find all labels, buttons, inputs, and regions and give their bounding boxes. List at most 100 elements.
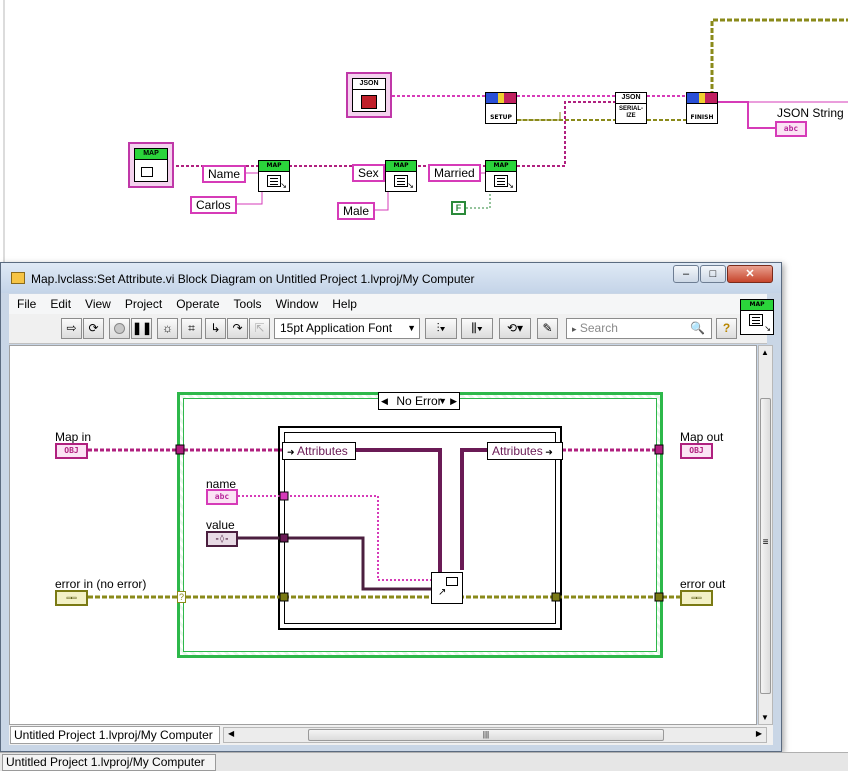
labview-app-icon [11, 272, 25, 284]
toolbar: ⇨ ⟳ ❚❚ ☼ ⌗ ↳ ↷ ⇱ 15pt Application Font ▼… [9, 314, 767, 344]
minimize-button[interactable]: – [673, 265, 699, 283]
arrow-right-icon: ➜ [542, 447, 553, 457]
run-icon[interactable]: ⇨ [61, 318, 82, 339]
arrow-icon: ↘ [764, 324, 771, 333]
bottom-strip: Untitled Project 1.lvproj/My Computer [0, 752, 848, 771]
serialize-subvi[interactable]: JSON SERIAL- IZE [615, 92, 647, 124]
setup-subvi[interactable]: SETUP [485, 92, 517, 124]
map-out-label: Map out [680, 430, 724, 444]
retain-wire-values-icon[interactable]: ⌗ [181, 318, 202, 339]
finish-subvi[interactable]: FINISH [686, 92, 718, 124]
search-input[interactable]: ▸ Search 🔍 [566, 318, 712, 339]
run-continuously-icon[interactable]: ⟳ [83, 318, 104, 339]
menu-view[interactable]: View [77, 294, 117, 311]
step-out-icon[interactable]: ⇱ [249, 318, 270, 339]
cube-icon [361, 95, 377, 109]
carlos-constant[interactable]: Carlos [190, 196, 237, 214]
menu-tools[interactable]: Tools [226, 294, 268, 311]
project-path[interactable]: Untitled Project 1.lvproj/My Computer [10, 726, 220, 744]
json-string-indicator[interactable]: abc [775, 121, 807, 137]
error-cluster-icon: ▭▭ [691, 593, 702, 602]
attributes-bundle-node[interactable]: Attributes ➜ [487, 442, 563, 460]
menu-bar: File Edit View Project Operate Tools Window Hel… [9, 294, 767, 314]
title-bar[interactable]: Map.lvclass:Set Attribute.vi Block Diagr… [1, 263, 781, 293]
set-attribute-subvi-1[interactable]: MAP ↘ [258, 160, 290, 192]
pause-icon[interactable]: ❚❚ [131, 318, 152, 339]
align-objects-icon[interactable]: ⫶▾ [425, 318, 457, 339]
json-class-constant[interactable]: JSON [346, 72, 392, 118]
step-into-icon[interactable]: ↳ [205, 318, 226, 339]
clean-up-diagram-icon[interactable]: ✎ [537, 318, 558, 339]
map-constant-label: MAP [135, 149, 167, 160]
value-control[interactable]: -◊- [206, 531, 238, 547]
reorder-icon[interactable]: ⟲▾ [499, 318, 531, 339]
project-tab[interactable]: Untitled Project 1.lvproj/My Computer [2, 754, 216, 771]
arrow-icon: ↘ [407, 181, 414, 190]
arrow-icon: ↘ [280, 181, 287, 190]
document-icon [394, 175, 408, 187]
menu-file[interactable]: File [9, 294, 42, 311]
sex-constant[interactable]: Sex [352, 164, 385, 182]
menu-edit[interactable]: Edit [42, 294, 77, 311]
json-header: JSON [616, 93, 646, 104]
case-selector-terminal[interactable]: ? [177, 591, 186, 603]
font-select[interactable]: 15pt Application Font ▼ [274, 318, 420, 339]
setup-label: SETUP [490, 114, 512, 121]
abort-icon[interactable] [109, 318, 130, 339]
search-icon[interactable]: 🔍 [690, 319, 705, 338]
distribute-objects-icon[interactable]: ⫼▾ [461, 318, 493, 339]
error-cluster-icon: ▭▭ [66, 593, 77, 602]
context-help-button[interactable]: ? [716, 318, 737, 339]
highlight-execution-icon[interactable]: ☼ [157, 318, 178, 339]
vertical-scroll-thumb[interactable]: ≡ [760, 398, 771, 694]
font-select-value: 15pt Application Font [280, 321, 393, 335]
document-icon [267, 175, 281, 187]
step-over-icon[interactable]: ↷ [227, 318, 248, 339]
vertical-scrollbar[interactable]: ▲ ≡ ▼ [758, 345, 773, 725]
json-string-label: JSON String [777, 106, 844, 120]
variant-icon: -◊- [214, 534, 230, 543]
scroll-up-icon[interactable]: ▲ [761, 348, 769, 357]
document-icon [494, 175, 508, 187]
window-title: Map.lvclass:Set Attribute.vi Block Diagr… [31, 272, 475, 286]
scroll-right-icon[interactable]: ▶ [756, 729, 762, 738]
maximize-button[interactable]: □ [700, 265, 726, 283]
map-insert-node[interactable]: ↗ [431, 572, 463, 604]
menu-window[interactable]: Window [268, 294, 325, 311]
attributes-in-label: Attributes [297, 444, 348, 458]
menu-project[interactable]: Project [117, 294, 168, 311]
close-button[interactable]: ✕ [727, 265, 773, 283]
error-in-control[interactable]: ▭▭ [55, 590, 88, 606]
finish-banner-icon [687, 93, 717, 104]
status-bar: Untitled Project 1.lvproj/My Computer ◀ … [9, 725, 773, 745]
name-constant[interactable]: Name [202, 165, 247, 183]
false-constant[interactable]: F [451, 201, 466, 215]
male-constant[interactable]: Male [337, 202, 376, 220]
scroll-left-icon[interactable]: ◀ [228, 729, 234, 738]
map-class-constant[interactable]: MAP [128, 142, 174, 188]
document-icon [749, 314, 763, 326]
horizontal-scrollbar[interactable]: ◀ ||| ▶ [223, 727, 767, 743]
attributes-unbundle-node[interactable]: ➜ Attributes [282, 442, 356, 460]
setup-banner-icon [486, 93, 516, 104]
block-diagram-canvas[interactable]: ◀ No Error ▼ ▶ ? ➜ Attributes Attributes… [9, 345, 757, 725]
married-constant[interactable]: Married [428, 164, 481, 182]
arrow-icon: ↘ [507, 181, 514, 190]
map-out-indicator[interactable]: OBJ [680, 443, 713, 459]
json-constant-label: JSON [353, 79, 385, 90]
error-out-indicator[interactable]: ▭▭ [680, 590, 713, 606]
menu-help[interactable]: Help [324, 294, 363, 311]
value-label: value [206, 518, 235, 532]
map-in-control[interactable]: OBJ [55, 443, 88, 459]
set-attribute-subvi-3[interactable]: MAP ↘ [485, 160, 517, 192]
diagram-wires [88, 444, 682, 602]
scroll-down-icon[interactable]: ▼ [761, 713, 769, 722]
menu-operate[interactable]: Operate [168, 294, 225, 311]
set-attr-header: MAP [386, 161, 416, 172]
vi-icon[interactable]: MAP ↘ [740, 299, 774, 335]
name-control[interactable]: abc [206, 489, 238, 505]
set-attribute-subvi-2[interactable]: MAP ↘ [385, 160, 417, 192]
arrow-right-icon: ➜ [287, 447, 298, 457]
cube-icon [141, 167, 153, 177]
horizontal-scroll-thumb[interactable]: ||| [308, 729, 664, 741]
